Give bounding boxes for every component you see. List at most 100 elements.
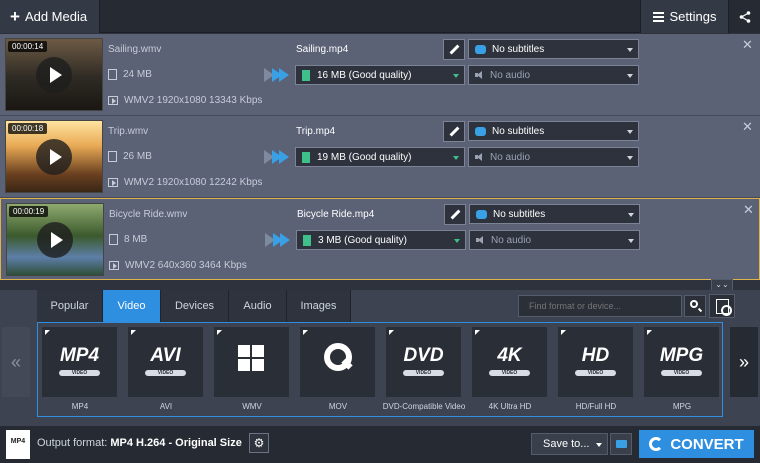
output-settings-button[interactable]: ⚙ [249,433,269,453]
tab-images[interactable]: Images [287,290,351,322]
format-tabs: Popular Video Devices Audio Images [37,290,351,322]
format-label: AVI [159,402,173,411]
file-icon [302,151,310,163]
detect-device-button[interactable] [709,294,735,318]
output-filename[interactable]: Bicycle Ride.mp4 [297,209,374,220]
format-label: 4K Ultra HD [488,402,532,411]
output-format-icon[interactable]: MP4 [6,430,30,459]
close-icon[interactable]: ✕ [742,119,753,135]
play-icon[interactable] [37,222,73,258]
format-tile-mpg[interactable]: MPG VIDEO [644,327,719,397]
audio-dropdown[interactable]: No audio [468,147,639,167]
close-icon[interactable]: ✕ [742,37,753,53]
quicktime-logo-icon [324,343,352,371]
edit-button[interactable] [443,39,465,60]
tab-video[interactable]: Video [103,290,161,322]
share-button[interactable] [728,0,760,33]
windows-logo-icon [238,345,266,373]
edit-icon [450,209,460,220]
quality-dropdown[interactable]: 3 MB (Good quality) [296,230,466,250]
tile-sub-label: VIDEO [145,370,186,376]
convert-arrow-icon [265,233,291,247]
quality-dropdown[interactable]: 19 MB (Good quality) [295,147,465,167]
tab-devices[interactable]: Devices [161,290,229,322]
quality-dropdown[interactable]: 16 MB (Good quality) [295,65,465,85]
source-meta: WMV2 1920x1080 12242 Kbps [108,177,262,188]
scroll-left-button[interactable]: « [2,327,30,397]
search-button[interactable] [684,295,706,317]
audio-dropdown[interactable]: No audio [469,230,640,250]
subtitles-dropdown[interactable]: No subtitles [469,204,640,224]
output-filename[interactable]: Sailing.mp4 [296,44,348,55]
tab-popular[interactable]: Popular [37,290,103,322]
video-thumbnail[interactable]: 00:00:19 [6,203,104,276]
subtitle-icon [476,209,487,219]
source-filename: Sailing.wmv [108,44,162,55]
edit-button[interactable] [443,121,465,142]
duration-badge: 00:00:14 [8,41,48,52]
video-icon [108,178,118,187]
convert-button[interactable]: CONVERT [639,430,754,458]
video-thumbnail[interactable]: 00:00:14 [5,38,103,111]
file-icon [109,234,118,245]
format-tile-mov[interactable] [300,327,375,397]
format-tile-4k[interactable]: 4K VIDEO [472,327,547,397]
menu-icon [652,11,664,22]
file-row[interactable]: 00:00:14 Sailing.wmv 24 MB WMV2 1920x108… [0,34,760,116]
tab-audio[interactable]: Audio [229,290,287,322]
video-icon [109,261,119,270]
subtitles-value: No subtitles [492,43,545,55]
edit-button[interactable] [444,204,466,225]
play-icon[interactable] [36,57,72,93]
source-meta-text: WMV2 1920x1080 13343 Kbps [124,95,263,106]
add-media-label: Add Media [24,9,88,24]
chevron-down-icon [454,239,460,243]
4k-logo-icon: 4K [497,345,522,366]
output-format[interactable]: Output format: MP4 H.264 - Original Size [37,437,242,449]
subtitles-dropdown[interactable]: No subtitles [468,121,639,141]
settings-button[interactable]: Settings [640,0,728,33]
avi-logo-icon: AVI [150,345,181,366]
format-label: WMV [242,402,262,411]
add-media-button[interactable]: + Add Media [0,0,100,33]
close-icon[interactable]: ✕ [743,202,754,218]
mpg-logo-icon: MPG [659,345,704,366]
convert-arrow-icon [264,150,290,164]
file-icon [303,234,311,246]
save-to-dropdown[interactable]: Save to... [531,433,608,455]
file-row[interactable]: 00:00:18 Trip.wmv 26 MB WMV2 1920x1080 1… [0,116,760,198]
format-tile-hd[interactable]: HD VIDEO [558,327,633,397]
format-tile-avi[interactable]: AVI VIDEO [128,327,203,397]
bottom-bar: MP4 Output format: MP4 H.264 - Original … [0,426,760,463]
source-size: 8 MB [109,234,147,245]
open-folder-button[interactable] [610,433,632,455]
chevron-down-icon [627,130,633,134]
convert-label: CONVERT [670,435,744,453]
output-filename[interactable]: Trip.mp4 [296,126,335,137]
video-thumbnail[interactable]: 00:00:18 [5,120,103,193]
settings-label: Settings [669,9,717,24]
video-icon [108,96,118,105]
audio-icon [475,71,484,79]
source-filename: Bicycle Ride.wmv [109,209,188,220]
subtitle-icon [475,126,486,136]
save-to-label: Save to... [543,438,590,450]
format-tile-mp4[interactable]: MP4 VIDEO [42,327,117,397]
convert-icon [649,437,664,451]
format-label: MP4 [71,402,89,411]
audio-icon [475,153,484,161]
subtitles-value: No subtitles [492,125,545,137]
search-icon [690,300,698,308]
chevron-down-icon [627,74,633,78]
play-icon[interactable] [36,139,72,175]
audio-dropdown[interactable]: No audio [468,65,639,85]
audio-value: No audio [490,151,531,163]
format-tile-dvd[interactable]: DVD VIDEO [386,327,461,397]
format-search-input[interactable] [518,295,682,317]
format-tile-wmv[interactable] [214,327,289,397]
file-row[interactable]: 00:00:19 Bicycle Ride.wmv 8 MB WMV2 640x… [0,198,760,280]
tile-sub-label: VIDEO [661,370,702,376]
scroll-right-button[interactable]: » [730,327,758,397]
subtitles-dropdown[interactable]: No subtitles [468,39,639,59]
chevron-down-icon [453,156,459,160]
